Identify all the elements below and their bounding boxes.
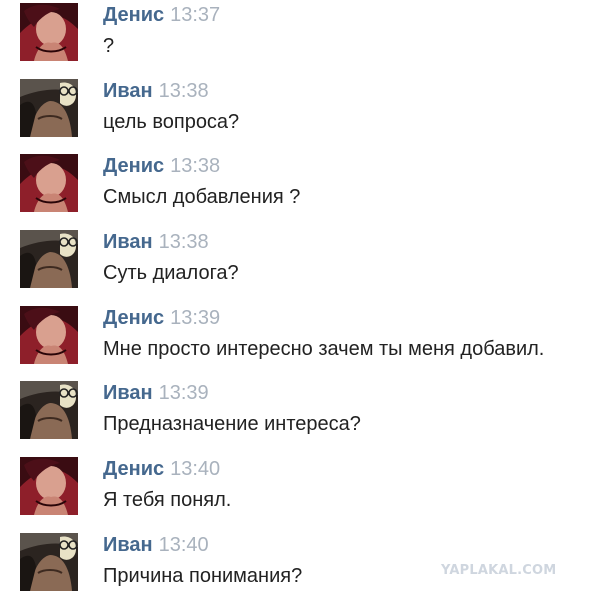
sender-name[interactable]: Иван [103,231,153,253]
message-time: 13:39 [170,307,221,329]
message-text: Предназначение интереса? [103,413,361,435]
message-text: ? [103,35,115,57]
message-text: Причина понимания? [103,565,303,587]
ivan-avatar[interactable] [20,79,78,137]
message-item: Иван 13:38 Суть диалога? [0,227,604,297]
sender-name[interactable]: Денис [103,458,164,480]
message-header: Денис 13:40 [103,457,220,481]
sender-name[interactable]: Денис [103,155,164,177]
message-time: 13:38 [158,80,209,102]
message-time: 13:38 [158,231,209,253]
sender-name[interactable]: Иван [103,534,153,556]
message-item: Денис 13:37 ? [0,0,604,70]
message-text: Мне просто интересно зачем ты меня добав… [103,338,545,360]
message-item: Иван 13:38 цель вопроса? [0,76,604,146]
sender-name[interactable]: Денис [103,4,164,26]
ivan-avatar[interactable] [20,230,78,288]
message-time: 13:38 [170,155,221,177]
message-time: 13:39 [158,382,209,404]
message-header: Денис 13:39 [103,306,220,330]
message-item: Денис 13:38 Смысл добавления ? [0,151,604,221]
message-time: 13:40 [158,534,209,556]
sender-name[interactable]: Иван [103,80,153,102]
message-header: Иван 13:38 [103,79,209,103]
denis-avatar[interactable] [20,457,78,515]
message-header: Иван 13:40 [103,533,209,557]
message-text: Смысл добавления ? [103,186,301,208]
ivan-avatar[interactable] [20,533,78,591]
message-item: Денис 13:39 Мне просто интересно зачем ты… [0,303,604,373]
message-time: 13:37 [170,4,221,26]
message-header: Иван 13:39 [103,381,209,405]
denis-avatar[interactable] [20,306,78,364]
site-watermark: YAPLAKAL.COM [441,563,557,578]
ivan-avatar[interactable] [20,381,78,439]
message-item: Денис 13:40 Я тебя понял. [0,454,604,524]
denis-avatar[interactable] [20,3,78,61]
message-text: Я тебя понял. [103,489,232,511]
message-time: 13:40 [170,458,221,480]
message-text: цель вопроса? [103,111,240,133]
sender-name[interactable]: Денис [103,307,164,329]
message-header: Денис 13:37 [103,3,220,27]
sender-name[interactable]: Иван [103,382,153,404]
denis-avatar[interactable] [20,154,78,212]
message-header: Денис 13:38 [103,154,220,178]
message-item: Иван 13:39 Предназначение интереса? [0,378,604,448]
message-header: Иван 13:38 [103,230,209,254]
message-text: Суть диалога? [103,262,239,284]
